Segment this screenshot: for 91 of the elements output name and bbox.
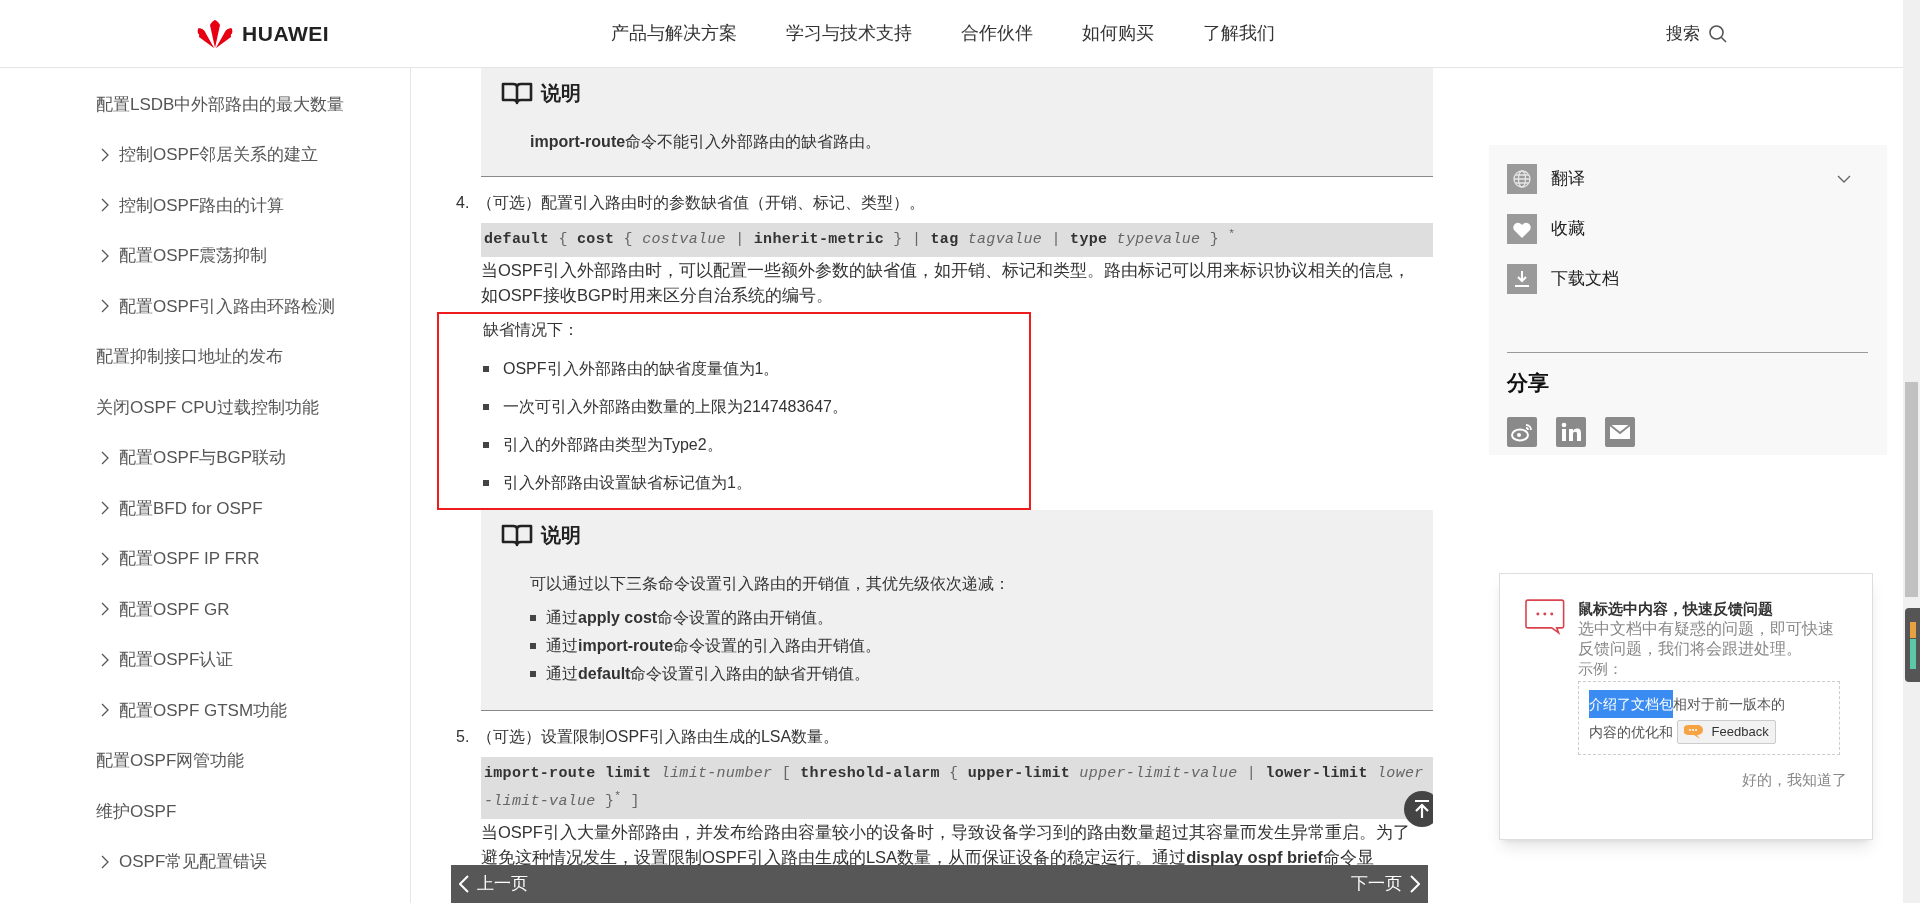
action-item[interactable]: 收藏: [1507, 204, 1869, 254]
search-icon: [1708, 23, 1728, 44]
back-to-top-button[interactable]: [1404, 791, 1433, 827]
bullet-icon: [483, 442, 489, 448]
meter-widget-icon: [1905, 608, 1920, 682]
note-text: import-route命令不能引入外部路由的缺省路由。: [530, 132, 883, 152]
sidebar-item[interactable]: 配置OSPF与BGP联动: [96, 432, 410, 483]
chevron-right-icon: [101, 652, 109, 667]
bullet-icon: [483, 404, 489, 410]
note-item: 通过apply cost命令设置的路由开销值。: [546, 608, 834, 628]
step-text: （可选）配置引入路由时的参数缺省值（开销、标记、类型）。: [477, 193, 926, 213]
sidebar-item[interactable]: 配置OSPF认证: [96, 634, 410, 685]
example-label: 示例：: [1577, 659, 1624, 679]
sidebar-item[interactable]: 配置OSPF GR: [96, 584, 410, 635]
step-text: （可选）设置限制OSPF引入路由生成的LSA数量。: [477, 727, 840, 747]
defaults-title: 缺省情况下：: [483, 320, 580, 340]
sidebar-item[interactable]: 配置OSPF引入路由环路检测: [96, 281, 410, 332]
tip-title: 鼠标选中内容，快速反馈问题: [1577, 599, 1774, 619]
sidebar-item[interactable]: 控制OSPF邻居关系的建立: [96, 129, 410, 180]
book-icon: [501, 81, 533, 105]
command-syntax: default { cost { costvalue | inherit-metric } | tag tagvalue | type typevalue } $^{*}$: [481, 223, 1433, 257]
search-button[interactable]: 搜索: [1666, 20, 1728, 47]
nav-link[interactable]: 产品与解决方案: [611, 20, 737, 47]
dismiss-link[interactable]: 好的，我知道了: [1742, 769, 1847, 792]
sidebar-item[interactable]: 配置OSPF网管功能: [96, 735, 410, 786]
note-text: 可以通过以下三条命令设置引入路由的开销值，其优先级依次递减：: [530, 574, 1011, 594]
nav-link[interactable]: 了解我们: [1203, 20, 1275, 47]
example-text: 内容的优化和: [1588, 723, 1673, 742]
weibo-icon[interactable]: [1507, 416, 1537, 447]
globe-icon: [1507, 164, 1537, 194]
chevron-right-icon: [101, 248, 109, 263]
chat-bubble-icon: [1683, 724, 1704, 740]
bullet-icon: [530, 671, 536, 677]
action-item[interactable]: 下载文档: [1507, 254, 1869, 304]
step-number: 4.: [456, 193, 470, 213]
chevron-right-icon: [101, 602, 109, 617]
download-icon: [1507, 264, 1537, 294]
bullet-icon: [530, 643, 536, 649]
selected-text: 介绍了文档包: [1588, 690, 1673, 718]
flower-logo-icon[interactable]: [196, 18, 234, 49]
sidebar-item[interactable]: 配置OSPF IP FRR: [96, 533, 410, 584]
sidebar-item[interactable]: 配置抑制接口地址的发布: [96, 331, 410, 382]
note-title: 说明: [541, 523, 581, 548]
bullet-icon: [483, 366, 489, 372]
step-number: 5.: [456, 727, 470, 747]
chevron-right-icon: [101, 198, 109, 213]
note-item: 通过import-route命令设置的引入路由开销值。: [546, 636, 882, 656]
tip-text: 选中文档中有疑惑的问题，即可快速反馈问题，我们将会跟进处理。: [1577, 619, 1835, 659]
sidebar-item[interactable]: 配置BFD for OSPF: [96, 483, 410, 534]
chevron-right-icon: [101, 854, 109, 869]
sidebar-item[interactable]: 配置OSPF GTSM功能: [96, 685, 410, 736]
chevron-right-icon: [101, 501, 109, 516]
share-title: 分享: [1507, 370, 1550, 396]
nav-link[interactable]: 如何购买: [1082, 20, 1154, 47]
linkedin-icon[interactable]: [1556, 416, 1586, 447]
defaults-item: 引入外部路由设置缺省标记值为1。: [503, 473, 752, 493]
bullet-icon: [530, 615, 536, 621]
arrow-up-icon: [1413, 799, 1431, 819]
sidebar-item[interactable]: OSPF常见配置错误: [96, 836, 410, 887]
note-title: 说明: [541, 81, 581, 106]
chevron-down-icon: [1837, 175, 1851, 183]
chat-bubble-icon: [1525, 599, 1565, 635]
next-page-link[interactable]: 下一页: [1351, 871, 1420, 897]
sidebar-item[interactable]: 控制OSPF路由的计算: [96, 180, 410, 231]
sidebar-item[interactable]: 配置OSPF震荡抑制: [96, 230, 410, 281]
previous-page-link[interactable]: 上一页: [459, 871, 528, 897]
chevron-right-icon: [101, 551, 109, 566]
brand-wordmark[interactable]: HUAWEI: [242, 17, 330, 50]
note-item: 通过default命令设置引入路由的缺省开销值。: [546, 664, 871, 684]
chevron-right-icon: [1410, 875, 1420, 893]
mail-icon[interactable]: [1605, 416, 1635, 447]
sidebar-item[interactable]: 维护OSPF: [96, 786, 410, 837]
paragraph: 当OSPF引入外部路由时，可以配置一些额外参数的缺省值，如开销、标记和类型。路由标记可以用来标识协议相关的信息，如OSPF接收BGP时用来区分自治系统的编号。: [481, 260, 1411, 306]
bullet-icon: [483, 480, 489, 486]
command-syntax: import-route limit limit-number [ threshold-alarm { upper-limit upper-limit-value | lower-limit lower-limit-value }$^{*}$ ]: [481, 757, 1433, 819]
chevron-right-icon: [101, 299, 109, 314]
sidebar-item[interactable]: 关闭OSPF CPU过载控制功能: [96, 382, 410, 433]
defaults-item: 一次可引入外部路由数量的上限为2147483647。: [503, 397, 848, 417]
chevron-left-icon: [459, 875, 469, 893]
sidebar-item[interactable]: 配置LSDB中外部路由的最大数量: [96, 79, 410, 130]
chevron-right-icon: [101, 703, 109, 718]
action-item[interactable]: 翻译: [1507, 154, 1869, 204]
defaults-item: OSPF引入外部路由的缺省度量值为1。: [503, 359, 780, 379]
chevron-right-icon: [101, 147, 109, 162]
book-icon: [501, 523, 533, 547]
nav-link[interactable]: 合作伙伴: [961, 20, 1033, 47]
paragraph: 当OSPF引入大量外部路由，并发布给路由容量较小的设备时，导致设备学习到的路由数量超过其容量而发生异常重启。为了避免这种情况发生，设置限制OSPF引入路由生成的LSA数量，从而保证设备的稳定运行。通过display ospf brief命令显: [481, 822, 1411, 868]
defaults-item: 引入的外部路由类型为Type2。: [503, 435, 723, 455]
scrollbar-thumb[interactable]: [1905, 382, 1918, 597]
chevron-right-icon: [101, 450, 109, 465]
nav-link[interactable]: 学习与技术支持: [786, 20, 912, 47]
